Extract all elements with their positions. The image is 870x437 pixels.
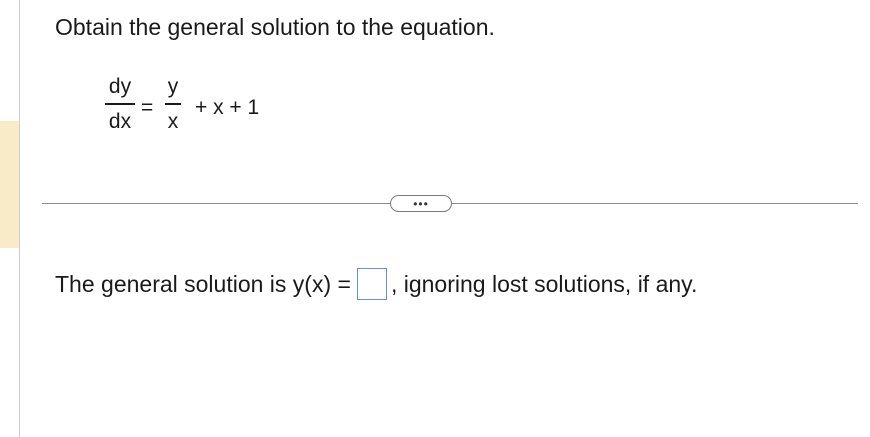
rhs-fraction-bar: [165, 103, 181, 105]
more-options-button[interactable]: •••: [390, 195, 452, 212]
rhs-denominator: x: [167, 109, 179, 133]
lhs-numerator: dy: [108, 75, 132, 98]
rhs-remaining-terms: + x + 1: [195, 96, 260, 119]
answer-input[interactable]: [356, 268, 387, 300]
answer-line: The general solution is y(x) = , ignorin…: [55, 268, 697, 300]
lhs-denominator: dx: [108, 109, 132, 133]
left-rule: [19, 0, 20, 437]
answer-prefix: The general solution is y(x) =: [55, 271, 351, 297]
equals-sign: =: [141, 96, 154, 119]
lhs-fraction: dy dx: [105, 74, 135, 135]
lhs-fraction-bar: [105, 103, 135, 105]
rhs-fraction: y x: [165, 74, 181, 135]
side-tab: [0, 121, 19, 248]
rhs-numerator: y: [167, 75, 179, 98]
question-prompt: Obtain the general solution to the equat…: [55, 14, 495, 40]
answer-suffix: , ignoring lost solutions, if any.: [390, 271, 698, 297]
question-page: Obtain the general solution to the equat…: [0, 0, 870, 437]
